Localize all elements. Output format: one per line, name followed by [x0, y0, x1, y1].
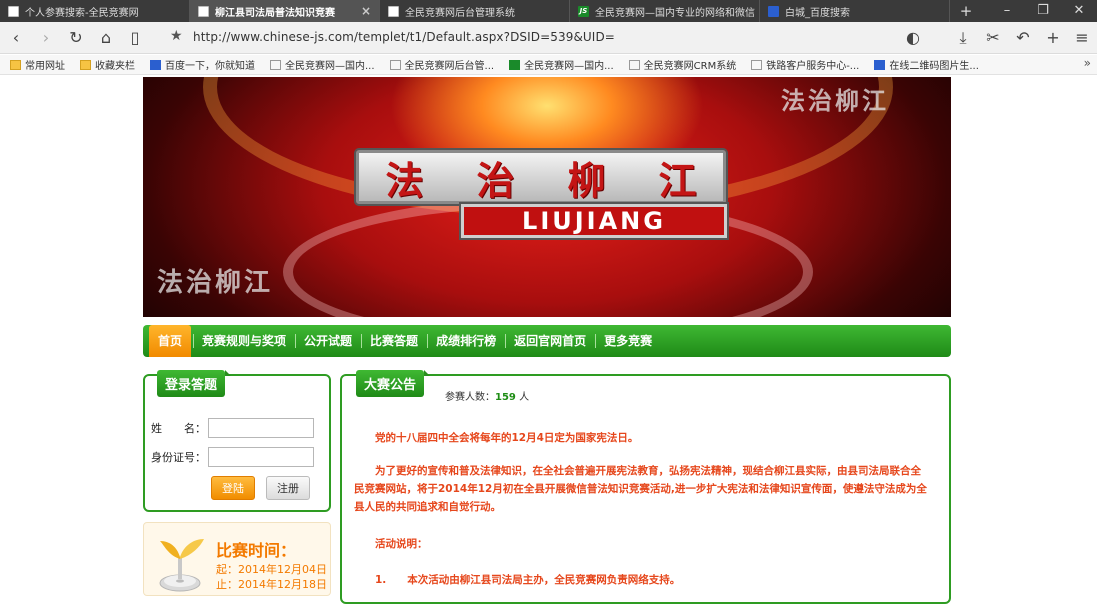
participant-count: 参赛人数：159 人: [445, 388, 529, 403]
banner-char: 治: [476, 157, 515, 203]
announcement-paragraph: 为了更好的宣传和普及法律知识，在全社会普遍开展宪法教育，弘扬宪法精神，现结合柳江…: [354, 465, 927, 513]
participant-unit: 人: [519, 392, 530, 403]
baidu-paw-icon: [150, 59, 161, 70]
banner-watermark: 法治柳江: [781, 86, 889, 115]
page-icon: [198, 5, 209, 17]
bookmark-item[interactable]: 常用网址: [10, 57, 65, 72]
nav-home[interactable]: 首页: [149, 325, 192, 357]
banner-subtitle-plate: LIUJIANG: [461, 204, 727, 238]
banner-subtitle: LIUJIANG: [522, 207, 666, 235]
browser-tab-bar: 个人参赛搜索-全民竞赛网 柳江县司法局普法知识竞赛 × 全民竞赛网后台管理系统 …: [0, 0, 1097, 22]
tab-js-home[interactable]: JS 全民竞赛网—国内专业的网络和微信: [570, 0, 760, 22]
page-icon: [389, 59, 401, 70]
announcement-paragraph: 1. 本次活动由柳江县司法局主办，全民竞赛网负责网络支持。: [375, 574, 681, 586]
contest-time-panel: 比赛时间： 起：2014年12月04日 止：2014年12月18日: [143, 522, 331, 596]
window-controls: – ❐ ✕: [989, 0, 1097, 22]
js-logo-icon: JS: [578, 5, 589, 17]
name-input[interactable]: [208, 418, 314, 438]
page-icon: [270, 59, 281, 70]
back-icon[interactable]: ‹: [6, 28, 26, 48]
tab-title: 全民竞赛网后台管理系统: [405, 7, 515, 19]
extension-icon[interactable]: ◐: [903, 28, 923, 48]
baidu-paw-icon: [768, 5, 779, 17]
banner-char: 法: [385, 157, 424, 203]
banner-char: 江: [658, 157, 697, 203]
bookmark-item[interactable]: 全民竞赛网CRM系统: [628, 57, 736, 72]
tab-title: 白城_百度搜索: [785, 7, 850, 19]
bookmark-item[interactable]: 在线二维码图片生...: [874, 57, 979, 72]
bookmark-item[interactable]: 铁路客户服务中心-...: [751, 57, 859, 72]
page-icon: [628, 59, 640, 70]
announcement-paragraph: 活动说明：: [375, 538, 428, 550]
bookmarks-bar: 常用网址 收藏夹栏 百度一下，你就知道 全民竞赛网—国内... 全民竞赛网后台管…: [0, 55, 1097, 75]
tab-title: 个人参赛搜索-全民竞赛网: [25, 7, 139, 19]
reload-icon[interactable]: ↻: [66, 28, 86, 48]
qr-icon: [874, 59, 886, 70]
minimize-icon[interactable]: –: [989, 0, 1025, 22]
bookmark-item[interactable]: 百度一下，你就知道: [150, 57, 255, 72]
contest-end-date: 止：2014年12月18日: [216, 578, 327, 591]
folder-icon: [80, 59, 91, 70]
close-icon[interactable]: ×: [361, 4, 371, 18]
announcement-title: 大赛公告: [356, 370, 431, 397]
nav-official-home[interactable]: 返回官网首页: [505, 325, 595, 357]
cut-icon[interactable]: ✂: [983, 28, 1003, 48]
announcement-paragraph: 党的十八届四中全会将每年的12月4日定为国家宪法日。: [375, 432, 639, 444]
bookmark-item[interactable]: 全民竞赛网—国内...: [270, 57, 375, 72]
reading-mode-icon[interactable]: ▯: [125, 28, 145, 48]
page-icon: [8, 5, 19, 17]
name-row: 姓 名：: [151, 418, 314, 438]
login-button[interactable]: 登陆: [211, 476, 255, 500]
banner-watermark: 法治柳江: [157, 268, 274, 298]
download-icon[interactable]: ⤓: [953, 28, 973, 48]
participant-label: 参赛人数：: [445, 392, 495, 403]
forward-icon[interactable]: ›: [36, 28, 56, 48]
tab-personal-search[interactable]: 个人参赛搜索-全民竞赛网: [0, 0, 190, 22]
register-button[interactable]: 注册: [266, 476, 310, 500]
tab-liujiang-contest[interactable]: 柳江县司法局普法知识竞赛 ×: [190, 0, 380, 22]
tab-baidu-search[interactable]: 白城_百度搜索: [760, 0, 950, 22]
banner-title-plate: 法 治 柳 江: [356, 150, 726, 204]
undo-icon[interactable]: ↶: [1013, 28, 1033, 48]
tab-title: 柳江县司法局普法知识竞赛: [215, 7, 335, 19]
announcement-panel: 大赛公告 参赛人数：159 人 党的十八届四中全会将每年的12月4日定为国家宪法…: [340, 370, 951, 604]
address-bar-url[interactable]: http://www.chinese-js.com/templet/t1/Def…: [193, 30, 615, 44]
nav-ranking[interactable]: 成绩排行榜: [427, 325, 505, 357]
bookmark-item[interactable]: 全民竞赛网—国内...: [509, 57, 614, 72]
contest-time-title: 比赛时间：: [216, 541, 297, 560]
add-icon[interactable]: +: [1043, 28, 1063, 48]
nav-public-questions[interactable]: 公开试题: [295, 325, 361, 357]
banner-char: 柳: [567, 157, 606, 203]
restore-icon[interactable]: ❐: [1025, 0, 1061, 22]
folder-icon: [10, 59, 21, 70]
bookmark-item[interactable]: 收藏夹栏: [80, 57, 135, 72]
favorite-star-icon[interactable]: ★: [170, 28, 183, 44]
close-window-icon[interactable]: ✕: [1061, 0, 1097, 22]
trophy-cd-icon: [159, 539, 204, 592]
page-icon: [751, 59, 763, 70]
new-tab-button[interactable]: +: [956, 0, 976, 22]
home-icon[interactable]: ⌂: [96, 28, 116, 48]
login-panel: 登录答题 姓 名： 身份证号： 登陆 注册: [143, 370, 331, 512]
nav-more-contests[interactable]: 更多竞赛: [595, 325, 661, 357]
more-bookmarks-icon[interactable]: »: [1084, 56, 1091, 70]
main-nav: 首页 竞赛规则与奖项 公开试题 比赛答题 成绩排行榜 返回官网首页 更多竞赛: [143, 325, 951, 357]
site-banner: 法治柳江 法 治 柳 江 LIUJIANG 法治柳江: [143, 77, 951, 317]
id-row: 身份证号：: [151, 447, 314, 467]
tab-admin-system[interactable]: 全民竞赛网后台管理系统: [380, 0, 570, 22]
contest-start-date: 起：2014年12月04日: [216, 563, 327, 576]
nav-answer[interactable]: 比赛答题: [361, 325, 427, 357]
menu-icon[interactable]: ≡: [1072, 28, 1092, 48]
nav-rules[interactable]: 竞赛规则与奖项: [193, 325, 295, 357]
login-panel-title: 登录答题: [157, 370, 232, 397]
js-logo-icon: [509, 59, 521, 70]
bookmark-item[interactable]: 全民竞赛网后台管...: [389, 57, 494, 72]
name-label: 姓 名：: [151, 422, 206, 435]
page-icon: [388, 5, 399, 17]
participant-number: 159: [495, 392, 516, 403]
tab-title: 全民竞赛网—国内专业的网络和微信: [595, 7, 755, 19]
id-number-label: 身份证号：: [151, 451, 206, 464]
address-toolbar: ‹ › ↻ ⌂ ▯ ★ http://www.chinese-js.com/te…: [0, 22, 1097, 54]
id-number-input[interactable]: [208, 447, 314, 467]
